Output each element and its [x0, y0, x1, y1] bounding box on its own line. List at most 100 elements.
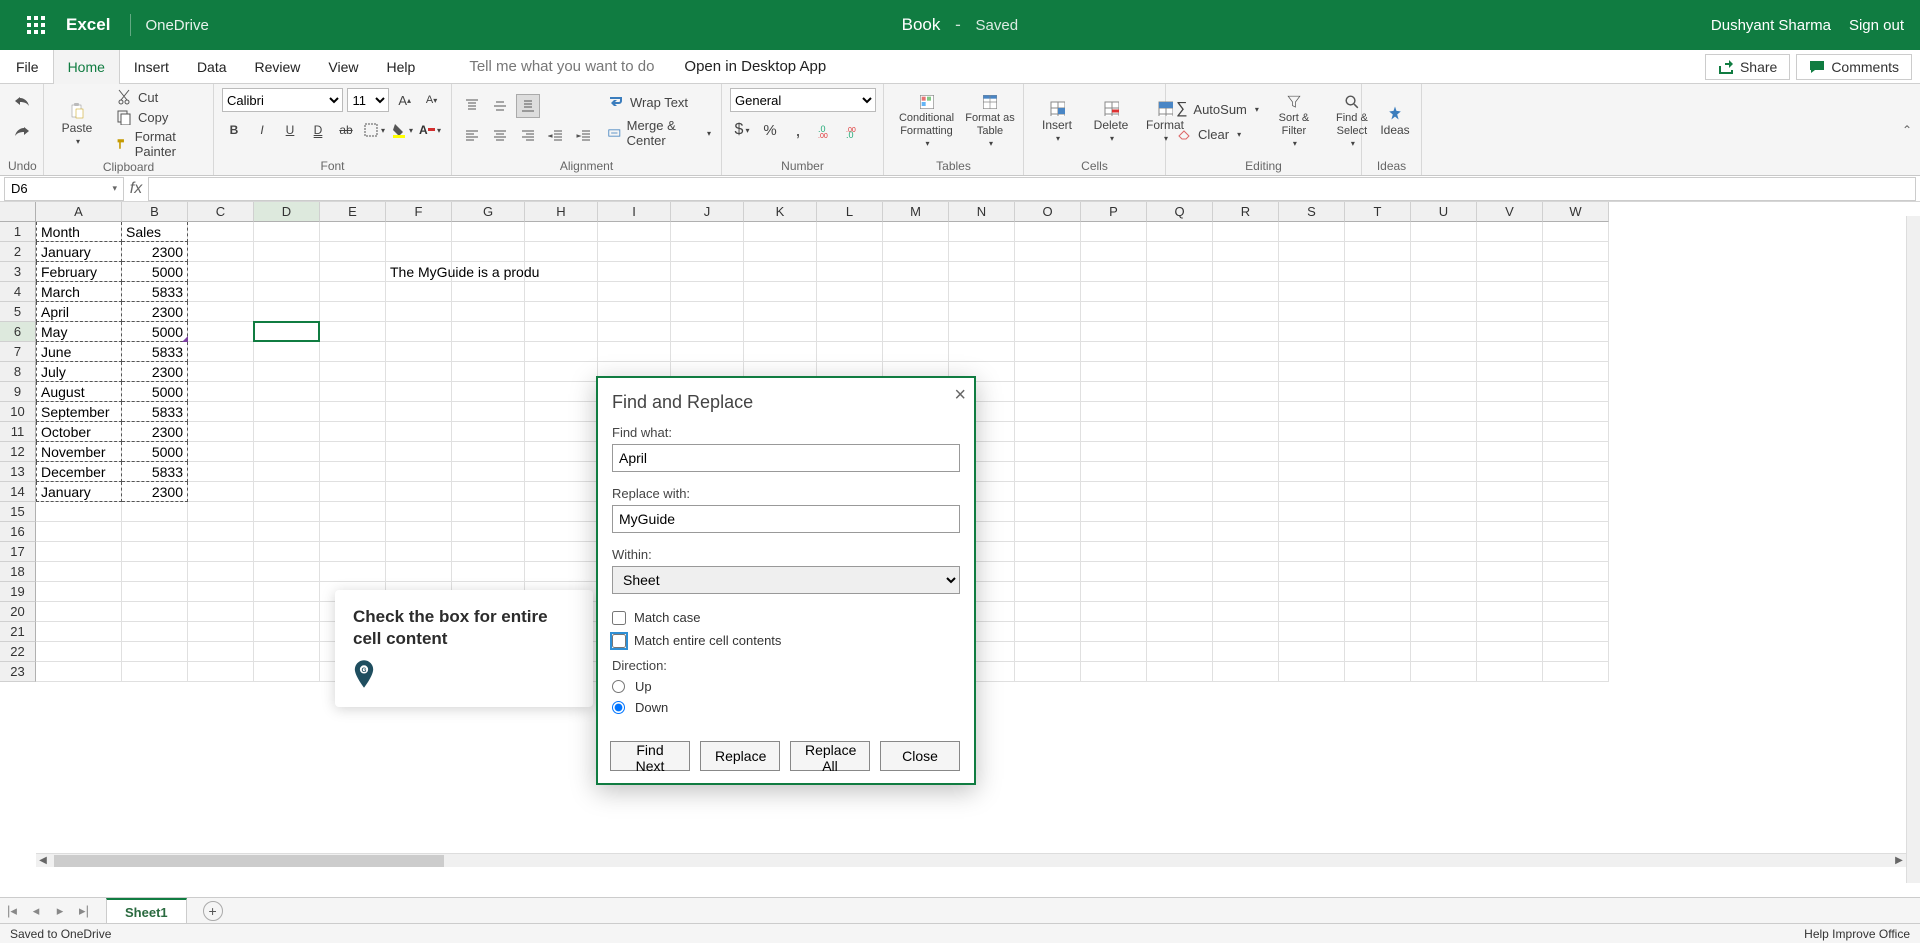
cell[interactable] [1543, 502, 1609, 522]
cell[interactable] [525, 522, 598, 542]
cell[interactable] [1279, 382, 1345, 402]
cell[interactable] [36, 542, 122, 562]
cell[interactable] [1411, 582, 1477, 602]
cell[interactable] [671, 342, 744, 362]
cell[interactable]: Sales [122, 222, 188, 242]
cell[interactable] [188, 602, 254, 622]
cell[interactable] [1345, 602, 1411, 622]
cell[interactable] [671, 322, 744, 342]
cell[interactable] [188, 342, 254, 362]
cell[interactable] [1081, 442, 1147, 462]
cell[interactable] [1345, 442, 1411, 462]
cell[interactable] [1345, 302, 1411, 322]
cell[interactable] [1477, 362, 1543, 382]
cell[interactable] [525, 382, 598, 402]
app-launcher-icon[interactable] [18, 7, 54, 43]
cell[interactable] [1213, 522, 1279, 542]
cell[interactable] [1213, 462, 1279, 482]
cell[interactable] [36, 502, 122, 522]
cell[interactable] [452, 382, 525, 402]
cell[interactable] [1015, 282, 1081, 302]
cell[interactable] [1345, 322, 1411, 342]
cell[interactable] [1411, 562, 1477, 582]
cell[interactable] [1015, 342, 1081, 362]
cell[interactable] [122, 522, 188, 542]
cell[interactable] [320, 482, 386, 502]
cell[interactable] [1147, 622, 1213, 642]
cell[interactable] [452, 522, 525, 542]
cell[interactable] [1081, 302, 1147, 322]
cell[interactable] [1477, 342, 1543, 362]
signout-link[interactable]: Sign out [1849, 17, 1904, 34]
cell[interactable]: 2300 [122, 482, 188, 502]
cell[interactable]: May [36, 322, 122, 342]
cell[interactable] [1213, 362, 1279, 382]
cell[interactable] [320, 562, 386, 582]
cell[interactable] [188, 422, 254, 442]
cell[interactable] [254, 262, 320, 282]
cell[interactable] [1015, 422, 1081, 442]
open-in-desktop[interactable]: Open in Desktop App [684, 58, 826, 75]
row-header[interactable]: 12 [0, 442, 36, 462]
cell[interactable] [1345, 642, 1411, 662]
cell[interactable] [386, 422, 452, 442]
cell[interactable] [1081, 562, 1147, 582]
replace-with-input[interactable] [612, 505, 960, 533]
cell[interactable] [254, 562, 320, 582]
cell[interactable] [1147, 382, 1213, 402]
increase-font-button[interactable]: A▴ [393, 88, 416, 112]
cell[interactable] [1477, 482, 1543, 502]
formula-bar[interactable] [148, 177, 1916, 201]
cell[interactable] [320, 382, 386, 402]
onedrive-link[interactable]: OneDrive [145, 17, 208, 34]
cell[interactable] [320, 322, 386, 342]
cell[interactable] [1477, 522, 1543, 542]
column-header[interactable]: F [386, 202, 452, 222]
cell[interactable]: November [36, 442, 122, 462]
cell[interactable] [254, 282, 320, 302]
cell[interactable] [525, 222, 598, 242]
conditional-formatting-button[interactable]: Conditional Formatting▾ [892, 94, 961, 147]
decrease-decimal-button[interactable]: .00.0 [842, 118, 866, 142]
cell[interactable] [1411, 322, 1477, 342]
cell[interactable] [1279, 262, 1345, 282]
within-select[interactable]: Sheet [612, 566, 960, 594]
match-case-checkbox[interactable] [612, 611, 626, 625]
cell[interactable] [1543, 602, 1609, 622]
cell[interactable] [188, 402, 254, 422]
cell[interactable] [320, 342, 386, 362]
decrease-font-button[interactable]: A▾ [420, 88, 443, 112]
cell[interactable] [1213, 322, 1279, 342]
cell[interactable] [452, 242, 525, 262]
cell[interactable] [817, 302, 883, 322]
cell[interactable] [254, 422, 320, 442]
cell[interactable] [883, 242, 949, 262]
cell[interactable]: April [36, 302, 122, 322]
cell[interactable] [1411, 462, 1477, 482]
cell[interactable] [1147, 402, 1213, 422]
cell[interactable] [1081, 342, 1147, 362]
cell[interactable] [1411, 342, 1477, 362]
cell[interactable] [188, 562, 254, 582]
cell[interactable] [525, 482, 598, 502]
cell[interactable] [949, 242, 1015, 262]
cell[interactable] [386, 402, 452, 422]
cell[interactable] [598, 322, 671, 342]
cell[interactable] [1279, 242, 1345, 262]
cell[interactable] [883, 302, 949, 322]
cell[interactable] [1279, 482, 1345, 502]
cell[interactable] [1411, 422, 1477, 442]
cell[interactable] [1477, 662, 1543, 682]
cell[interactable] [1477, 282, 1543, 302]
font-color-button[interactable]: A▾ [418, 118, 442, 142]
sheet-nav-next[interactable]: ▸ [48, 903, 72, 919]
cell[interactable] [598, 302, 671, 322]
cell[interactable] [1345, 222, 1411, 242]
tell-me-search[interactable]: Tell me what you want to do [469, 58, 654, 75]
cell[interactable] [671, 222, 744, 242]
format-painter-button[interactable]: Format Painter [114, 128, 205, 160]
cell[interactable] [1147, 462, 1213, 482]
cell[interactable] [1081, 422, 1147, 442]
cell[interactable] [320, 502, 386, 522]
cell[interactable] [1411, 542, 1477, 562]
